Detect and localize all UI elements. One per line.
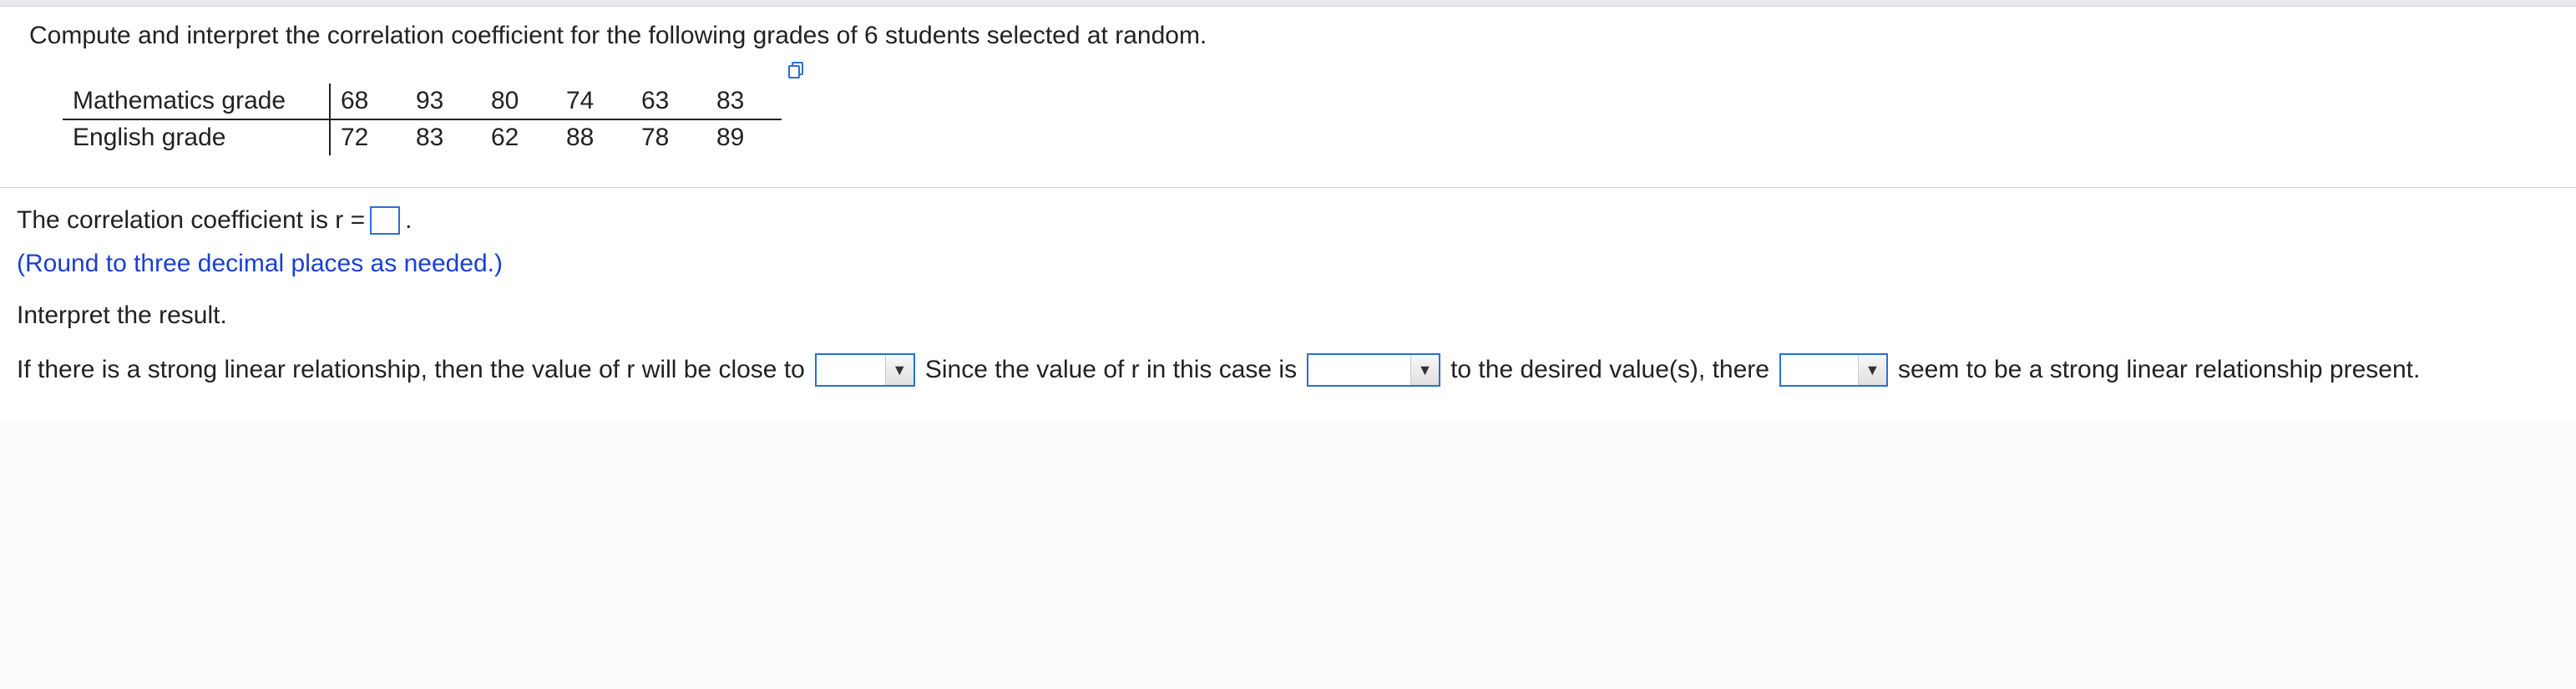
sentence-part-1: If there is a strong linear relationship… <box>17 356 805 384</box>
coefficient-input[interactable] <box>370 206 400 235</box>
cell: 80 <box>480 84 555 119</box>
sentence-part-3: to the desired value(s), there <box>1450 356 1769 384</box>
copy-icon[interactable] <box>787 58 807 87</box>
dropdown-case-is[interactable]: ▼ <box>1307 353 1440 387</box>
table-row: Mathematics grade 68 93 80 74 63 83 <box>63 84 781 119</box>
data-table-wrap: Mathematics grade 68 93 80 74 63 83 Engl… <box>63 84 782 155</box>
row-label: English grade <box>63 119 330 155</box>
content-area: Compute and interpret the correlation co… <box>0 7 2576 420</box>
cell: 93 <box>405 84 480 119</box>
cell: 88 <box>555 119 630 155</box>
coefficient-suffix: . <box>405 206 412 235</box>
cell: 72 <box>330 119 405 155</box>
rounding-hint: (Round to three decimal places as needed… <box>17 250 2559 278</box>
question-section: Compute and interpret the correlation co… <box>0 7 2576 188</box>
cell: 83 <box>405 119 480 155</box>
interpretation-sentence: If there is a strong linear relationship… <box>17 353 2559 387</box>
coefficient-line: The correlation coefficient is r = . <box>17 206 2559 235</box>
chevron-down-icon: ▼ <box>1858 355 1886 385</box>
cell: 68 <box>330 84 405 119</box>
question-prompt: Compute and interpret the correlation co… <box>29 22 2547 50</box>
cell: 83 <box>706 84 781 119</box>
row-label: Mathematics grade <box>63 84 330 119</box>
dropdown-close-to[interactable]: ▼ <box>815 353 915 387</box>
coefficient-prefix: The correlation coefficient is r = <box>17 206 365 235</box>
chevron-down-icon: ▼ <box>885 355 913 385</box>
chevron-down-icon: ▼ <box>1410 355 1439 385</box>
top-bar <box>0 0 2576 7</box>
cell: 74 <box>555 84 630 119</box>
table-row: English grade 72 83 62 88 78 89 <box>63 119 781 155</box>
cell: 63 <box>630 84 706 119</box>
sentence-part-2: Since the value of r in this case is <box>925 356 1297 384</box>
cell: 78 <box>630 119 706 155</box>
cell: 89 <box>706 119 781 155</box>
cell: 62 <box>480 119 555 155</box>
dropdown-there[interactable]: ▼ <box>1779 353 1888 387</box>
sentence-part-4: seem to be a strong linear relationship … <box>1898 356 2420 384</box>
answer-section: The correlation coefficient is r = . (Ro… <box>0 188 2576 420</box>
interpret-label: Interpret the result. <box>17 301 2559 330</box>
grades-table: Mathematics grade 68 93 80 74 63 83 Engl… <box>63 84 782 155</box>
